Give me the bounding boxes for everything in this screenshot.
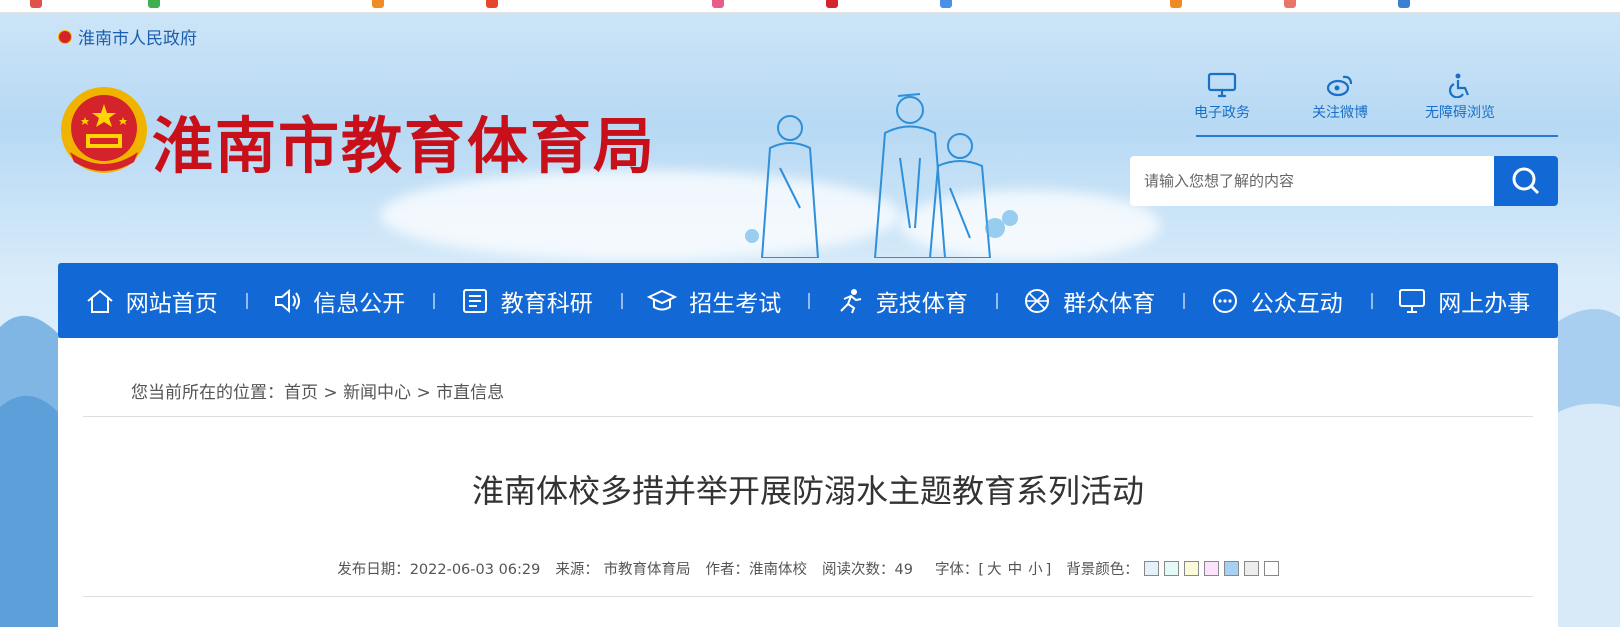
background-color-swatch[interactable]: [1203, 561, 1219, 576]
background-color-label: 背景颜色：: [1066, 562, 1139, 578]
nav-online-services-label: 网上办事: [1438, 290, 1531, 317]
bookmark-icon[interactable]: [1398, 0, 1410, 8]
city-government-link[interactable]: 淮南市人民政府: [58, 24, 197, 49]
bookmark-icon[interactable]: [30, 0, 42, 8]
nav-education-research[interactable]: 教育科研: [433, 284, 621, 318]
view-count: 阅读次数：49: [821, 562, 913, 578]
background-color-swatches: [1139, 561, 1279, 577]
font-size-large[interactable]: 大: [987, 562, 1002, 578]
divider: [83, 416, 1533, 417]
font-size-small[interactable]: 小: [1028, 562, 1043, 578]
font-size-selector: 字体：[大中小]: [935, 558, 1051, 579]
divider: [83, 596, 1533, 597]
accessibility-icon: [1449, 73, 1470, 98]
nav-admission-exams-label: 招生考试: [689, 290, 782, 317]
nav-education-research-label: 教育科研: [500, 290, 593, 317]
search-icon: [1512, 167, 1540, 195]
e-government-link[interactable]: 电子政务: [1172, 72, 1272, 122]
nav-public-sports[interactable]: 群众体育: [995, 284, 1184, 318]
breadcrumb-prefix: 您当前所在的位置：: [131, 383, 284, 403]
main-navigation: 网站首页 信息公开 教育科研 招生考试 竞技体育 群众体育 公众互动 网上办事: [58, 263, 1558, 338]
monitor-icon: [1399, 288, 1426, 313]
quick-links-divider: [1196, 135, 1558, 137]
article-title: 淮南体校多措并举开展防溺水主题教育系列活动: [471, 472, 1144, 510]
background-color-swatch[interactable]: [1163, 561, 1179, 576]
nav-home-label: 网站首页: [125, 290, 218, 317]
background-color-swatch[interactable]: [1263, 561, 1279, 576]
article-panel: 您当前所在的位置：首页 > 新闻中心 > 市直信息 淮南体校多措并举开展防溺水主…: [58, 338, 1558, 627]
accessibility-label: 无障碍浏览: [1425, 105, 1495, 121]
breadcrumb-separator: >: [416, 383, 431, 403]
background-color-swatch[interactable]: [1183, 561, 1199, 576]
breadcrumb-news-center[interactable]: 新闻中心: [343, 383, 411, 403]
weibo-label: 关注微博: [1312, 105, 1368, 121]
chat-icon: [1212, 288, 1237, 313]
font-size-medium[interactable]: 中: [1008, 562, 1023, 578]
ball-icon: [1025, 288, 1050, 313]
mountain-right-decoration: [1550, 309, 1620, 627]
background-color-swatch[interactable]: [1143, 561, 1159, 576]
breadcrumb-home[interactable]: 首页: [284, 383, 318, 403]
background-color-swatch[interactable]: [1223, 561, 1239, 576]
bookmark-icon[interactable]: [1170, 0, 1182, 8]
home-icon: [87, 289, 113, 313]
font-size-close: ]: [1045, 562, 1052, 578]
bookmark-icon[interactable]: [1284, 0, 1296, 8]
nav-admission-exams[interactable]: 招生考试: [620, 284, 809, 318]
nav-info-disclosure[interactable]: 信息公开: [245, 284, 434, 318]
bookmark-icon[interactable]: [148, 0, 160, 8]
bookmark-icon[interactable]: [940, 0, 952, 8]
weibo-icon: [1326, 75, 1353, 97]
national-emblem-logo: [61, 87, 147, 173]
bookmark-icon[interactable]: [486, 0, 498, 8]
bookmarks-bar: [0, 0, 1620, 13]
author: 作者：淮南体校: [705, 562, 807, 578]
article-meta: 发布日期：2022-06-03 06:29 来源： 市教育体育局 作者：淮南体校…: [58, 558, 1558, 579]
breadcrumb-separator: >: [323, 383, 338, 403]
national-emblem-icon: [58, 29, 72, 44]
search-input[interactable]: [1130, 156, 1494, 206]
e-government-label: 电子政务: [1194, 105, 1250, 121]
font-size-label: 字体：[: [934, 562, 985, 578]
search-button[interactable]: [1494, 156, 1558, 206]
nav-online-services[interactable]: 网上办事: [1370, 284, 1559, 318]
bookmark-icon[interactable]: [372, 0, 384, 8]
accessibility-link[interactable]: 无障碍浏览: [1410, 72, 1510, 122]
bookmark-icon[interactable]: [826, 0, 838, 8]
nav-home[interactable]: 网站首页: [58, 284, 246, 318]
city-government-label: 淮南市人民政府: [78, 29, 197, 49]
nav-info-disclosure-label: 信息公开: [313, 290, 406, 317]
breadcrumb-city-info[interactable]: 市直信息: [436, 383, 504, 403]
nav-competitive-sports[interactable]: 竞技体育: [808, 284, 996, 318]
graduation-cap-icon: [647, 289, 678, 310]
runner-icon: [840, 288, 861, 313]
breadcrumb: 您当前所在的位置：首页 > 新闻中心 > 市直信息: [131, 378, 504, 403]
source: 来源： 市教育体育局: [555, 562, 691, 578]
site-title: 淮南市教育体育局: [152, 111, 657, 182]
publish-date: 发布日期：2022-06-03 06:29: [337, 562, 541, 578]
nav-public-interaction[interactable]: 公众互动: [1183, 284, 1371, 318]
monitor-icon: [1207, 72, 1237, 98]
weibo-link[interactable]: 关注微博: [1290, 72, 1390, 122]
nav-public-interaction-label: 公众互动: [1250, 290, 1343, 317]
document-icon: [462, 288, 487, 313]
nav-competitive-sports-label: 竞技体育: [875, 290, 968, 317]
nav-public-sports-label: 群众体育: [1063, 290, 1156, 317]
speaker-icon: [275, 288, 301, 313]
background-color-swatch[interactable]: [1243, 561, 1259, 576]
bookmark-icon[interactable]: [712, 0, 724, 8]
scholars-illustration: [745, 93, 1018, 258]
